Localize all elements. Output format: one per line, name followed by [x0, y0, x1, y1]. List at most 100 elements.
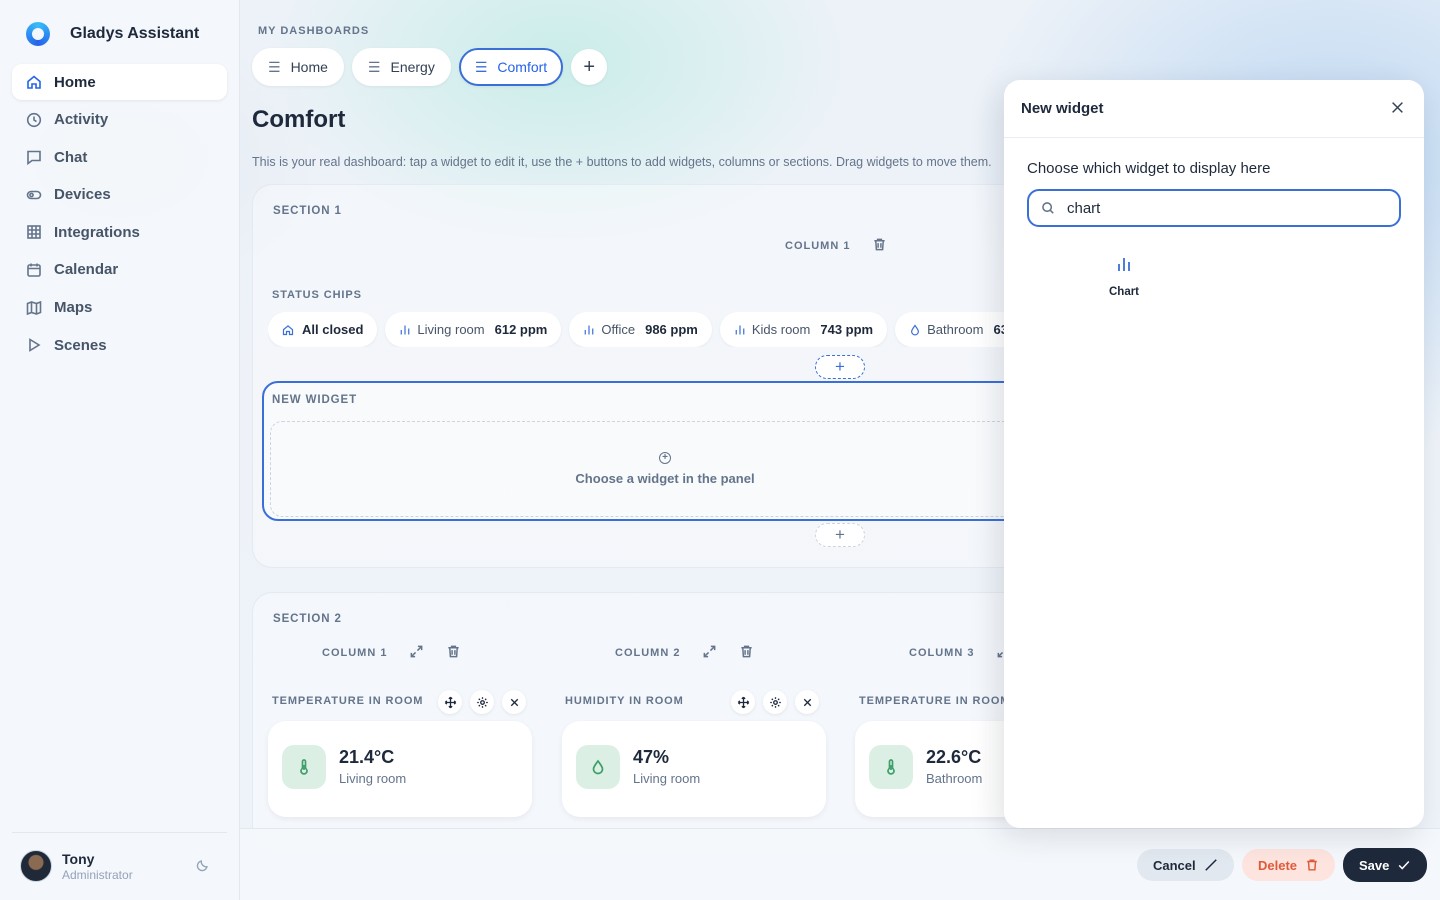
chip-label: Office — [601, 322, 636, 337]
delete-button[interactable]: Delete — [1242, 849, 1336, 881]
sidebar-nav: Home Activity Chat Devices Integrations … — [12, 64, 227, 365]
cancel-button[interactable]: Cancel — [1137, 849, 1234, 881]
hint-text: Choose a widget in the panel — [575, 471, 755, 486]
tab-label: Energy — [390, 59, 435, 75]
avatar — [20, 850, 52, 882]
add-widget-button[interactable]: + — [815, 523, 865, 547]
widget-search-input[interactable] — [1067, 199, 1367, 217]
move-icon[interactable] — [731, 690, 755, 714]
column-label: COLUMN 2 — [615, 647, 681, 659]
page-title: Comfort — [252, 106, 346, 133]
sidebar-item-calendar[interactable]: Calendar — [12, 252, 227, 288]
divider — [12, 832, 227, 833]
status-chip[interactable]: Bathroom 63 % — [895, 312, 1004, 347]
sidebar-item-integrations[interactable]: Integrations — [12, 214, 227, 250]
widget-room: Bathroom — [926, 771, 983, 786]
trash-icon — [1307, 859, 1317, 871]
play-icon — [26, 337, 42, 353]
menu-icon: ☰ — [268, 58, 281, 75]
column-header: COLUMN 3 — [909, 644, 1011, 662]
chip-label: Bathroom — [927, 322, 984, 337]
new-widget-panel: New widget Choose which widget to displa… — [1004, 80, 1424, 828]
widget-option-chart[interactable]: Chart — [1098, 254, 1150, 300]
section-label: SECTION 2 — [273, 613, 342, 625]
sidebar-item-label: Devices — [54, 186, 111, 204]
widget-value: 47% — [633, 747, 670, 767]
tab-label: Comfort — [497, 59, 548, 75]
section-label: SECTION 1 — [273, 205, 342, 217]
trash-icon[interactable] — [446, 644, 461, 662]
new-widget-placeholder[interactable]: NEW WIDGET + Choose a widget in the pane… — [262, 381, 1062, 521]
status-chip[interactable]: All closed — [268, 312, 378, 347]
trash-icon[interactable] — [739, 644, 754, 662]
close-icon[interactable] — [1388, 98, 1406, 116]
widget-title: STATUS CHIPS — [272, 289, 362, 301]
sidebar-item-label: Home — [54, 73, 96, 91]
dashboard-tabs: ☰ Home ☰ Energy ☰ Comfort + — [252, 48, 608, 86]
status-chip[interactable]: Living room 612 ppm — [385, 312, 562, 347]
save-button[interactable]: Save — [1343, 848, 1428, 882]
close-icon[interactable] — [795, 690, 819, 714]
close-icon[interactable] — [502, 690, 526, 714]
chip-label: Living room — [417, 322, 485, 337]
gear-icon[interactable] — [763, 690, 787, 714]
widget-value: 22.6°C — [926, 747, 982, 767]
sidebar-item-maps[interactable]: Maps — [12, 290, 227, 326]
tab-comfort[interactable]: ☰ Comfort — [458, 48, 564, 86]
brand[interactable]: Gladys Assistant — [26, 22, 199, 46]
status-chips: All closed Living room 612 ppm Office 98… — [268, 312, 1004, 347]
moon-icon[interactable] — [196, 858, 210, 877]
sidebar-item-home[interactable]: Home — [12, 64, 227, 100]
move-icon[interactable] — [438, 690, 462, 714]
plus-circle-icon: + — [659, 452, 671, 464]
calendar-icon — [26, 262, 42, 278]
expand-icon[interactable] — [409, 644, 424, 662]
button-label: Cancel — [1153, 857, 1196, 873]
sidebar: Gladys Assistant Home Activity Chat Devi… — [0, 0, 240, 900]
widget-option-label: Chart — [1108, 286, 1140, 298]
home-icon — [26, 74, 42, 90]
widget-title: TEMPERATURE IN ROOM — [859, 695, 1011, 707]
menu-icon: ☰ — [474, 58, 488, 75]
column-label: COLUMN 1 — [322, 647, 388, 659]
column-header: COLUMN 1 — [785, 237, 887, 255]
widget-drop-zone[interactable]: + Choose a widget in the panel — [270, 421, 1060, 517]
map-icon — [26, 300, 42, 316]
tab-energy[interactable]: ☰ Energy — [351, 48, 451, 86]
widget-title: NEW WIDGET — [272, 394, 358, 406]
user-profile[interactable]: Tony Administrator — [20, 850, 220, 882]
tab-home[interactable]: ☰ Home — [252, 48, 344, 86]
widget-card[interactable]: 47% Living room — [562, 721, 826, 817]
add-widget-button[interactable]: + — [815, 355, 865, 379]
dashboards-label: MY DASHBOARDS — [258, 25, 370, 37]
tab-label: Home — [290, 59, 328, 75]
home-icon — [282, 324, 294, 335]
add-dashboard-button[interactable]: + — [571, 49, 608, 85]
clock-icon — [26, 112, 42, 128]
sidebar-item-scenes[interactable]: Scenes — [12, 327, 227, 363]
droplet-icon — [576, 745, 620, 789]
chip-label: Kids room — [751, 322, 811, 337]
action-bar: Cancel Delete Save — [240, 828, 1440, 900]
status-chip[interactable]: Kids room 743 ppm — [719, 312, 888, 347]
sidebar-item-chat[interactable]: Chat — [12, 139, 227, 175]
trash-icon[interactable] — [872, 237, 887, 255]
check-icon — [1399, 860, 1410, 870]
sidebar-item-label: Integrations — [54, 223, 140, 241]
status-chip[interactable]: Office 986 ppm — [569, 312, 712, 347]
widget-value: 21.4°C — [339, 747, 395, 767]
pencil-icon — [1204, 859, 1217, 871]
widget-search-box — [1027, 189, 1401, 227]
gladys-logo-icon — [26, 22, 50, 46]
thermometer-icon — [869, 745, 913, 789]
bar-chart-icon — [1118, 258, 1130, 271]
sidebar-item-label: Calendar — [54, 261, 119, 279]
user-name: Tony — [62, 850, 95, 867]
expand-icon[interactable] — [702, 644, 717, 662]
widget-card[interactable]: 21.4°C Living room — [268, 721, 532, 817]
sidebar-item-devices[interactable]: Devices — [12, 177, 227, 213]
gear-icon[interactable] — [470, 690, 494, 714]
column-header: COLUMN 2 — [615, 644, 754, 662]
sidebar-item-activity[interactable]: Activity — [12, 102, 227, 138]
column-label: COLUMN 1 — [785, 240, 851, 252]
